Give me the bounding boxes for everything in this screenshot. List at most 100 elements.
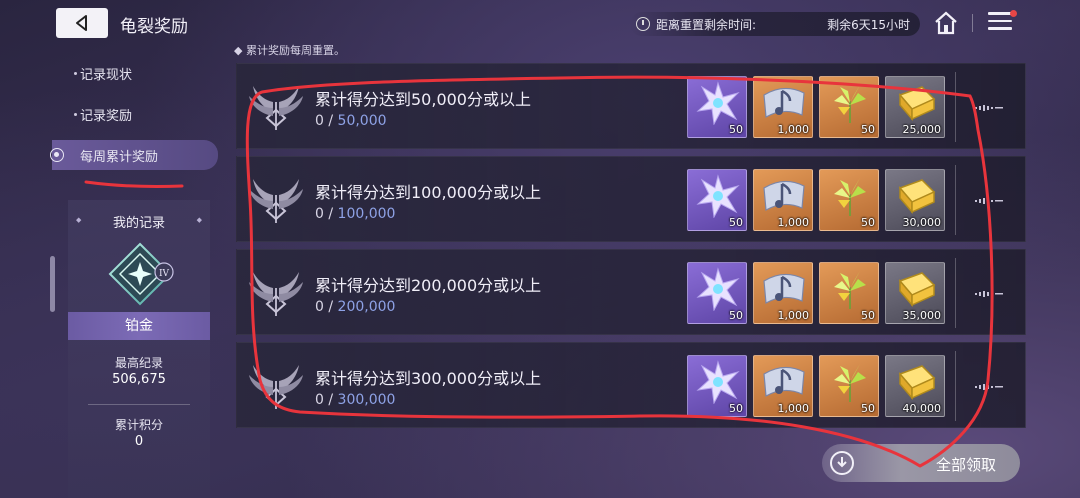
reward-items: 50 1,000 50 25,000	[687, 76, 945, 138]
reward-quantity: 50	[861, 309, 875, 322]
reward-item[interactable]: 25,000	[885, 76, 945, 138]
reward-item[interactable]: 30,000	[885, 169, 945, 231]
sidebar-scrollbar[interactable]	[50, 256, 55, 312]
reward-quantity: 50	[729, 309, 743, 322]
reward-row: 累计得分达到100,000分或以上 0 / 100,000 50 1,000 5…	[236, 156, 1026, 242]
pending-status-icon	[975, 291, 1003, 297]
progress-target: 100,000	[337, 206, 396, 222]
reward-quantity: 1,000	[777, 216, 810, 229]
progress-target: 200,000	[337, 299, 396, 315]
accum-points-value: 0	[134, 434, 144, 449]
top-divider	[972, 14, 973, 32]
claim-all-button[interactable]: 全部领取	[822, 444, 1020, 482]
progress-target: 50,000	[337, 113, 387, 129]
claim-all-label: 全部领取	[936, 456, 997, 474]
reward-row: 累计得分达到300,000分或以上 0 / 300,000 50 1,000 5…	[236, 342, 1026, 428]
reward-goal: 累计得分达到300,000分或以上	[315, 369, 542, 388]
my-record-panel: 我的记录 IV 铂金 最高纪录 506,675 累计积分 0	[68, 200, 210, 498]
rank-name: 铂金	[68, 312, 210, 340]
reward-item[interactable]: 50	[819, 355, 879, 417]
menu-icon	[988, 12, 1012, 15]
sidebar: 记录现状 记录奖励 每周累计奖励	[50, 58, 218, 181]
download-icon	[830, 451, 854, 475]
reward-progress: 0 / 100,000	[315, 206, 396, 222]
reward-goal: 累计得分达到50,000分或以上	[315, 90, 531, 109]
reward-item[interactable]: 1,000	[753, 262, 813, 324]
reward-item[interactable]: 50	[687, 169, 747, 231]
best-record-value: 506,675	[112, 372, 166, 387]
row-divider	[955, 165, 956, 235]
reward-item[interactable]: 50	[819, 262, 879, 324]
reset-label: 距离重置剩余时间:	[656, 17, 757, 32]
wing-crest-icon	[247, 268, 305, 320]
reward-item[interactable]: 50	[687, 262, 747, 324]
reward-quantity: 50	[729, 216, 743, 229]
wing-crest-icon	[247, 361, 305, 413]
reward-items: 50 1,000 50 30,000	[687, 169, 945, 231]
reward-quantity: 40,000	[902, 402, 942, 415]
home-icon[interactable]	[933, 10, 959, 36]
pending-status-icon	[975, 198, 1003, 204]
wing-crest-icon	[247, 175, 305, 227]
reward-item[interactable]: 50	[687, 355, 747, 417]
sidebar-item-record-status[interactable]: 记录现状	[56, 58, 218, 88]
reset-remaining: 剩余6天15小时	[827, 17, 910, 32]
reward-progress: 0 / 50,000	[315, 113, 387, 129]
stat-divider	[88, 404, 190, 405]
notification-dot	[1010, 10, 1017, 17]
reward-item[interactable]: 50	[687, 76, 747, 138]
clock-icon	[636, 17, 650, 31]
record-title: 我的记录	[68, 212, 210, 231]
menu-button[interactable]	[988, 12, 1012, 34]
sidebar-item-label: 记录现状	[80, 67, 133, 83]
reward-quantity: 50	[861, 123, 875, 136]
reward-item[interactable]: 1,000	[753, 355, 813, 417]
back-button[interactable]	[56, 8, 108, 38]
accum-points-label: 累计积分	[114, 418, 163, 432]
selected-radio-icon	[50, 148, 64, 162]
reward-quantity: 1,000	[777, 309, 810, 322]
reward-quantity: 1,000	[777, 123, 810, 136]
sidebar-item-label: 记录奖励	[80, 108, 133, 124]
row-divider	[955, 258, 956, 328]
wing-crest-icon	[247, 82, 305, 134]
best-record-label: 最高纪录	[114, 356, 163, 370]
reward-item[interactable]: 50	[819, 76, 879, 138]
reward-quantity: 50	[861, 216, 875, 229]
reward-row: 累计得分达到200,000分或以上 0 / 200,000 50 1,000 5…	[236, 249, 1026, 335]
progress-current: 0	[315, 113, 324, 129]
reward-item[interactable]: 50	[819, 169, 879, 231]
sidebar-item-record-rewards[interactable]: 记录奖励	[56, 99, 218, 129]
reward-quantity: 30,000	[902, 216, 942, 229]
progress-target: 300,000	[337, 392, 396, 408]
pending-status-icon	[975, 384, 1003, 390]
reward-items: 50 1,000 50 40,000	[687, 355, 945, 417]
reward-item[interactable]: 35,000	[885, 262, 945, 324]
reward-progress: 0 / 300,000	[315, 392, 396, 408]
reward-quantity: 35,000	[902, 309, 942, 322]
reset-timer: 距离重置剩余时间: 剩余6天15小时	[630, 12, 920, 36]
reward-row: 累计得分达到50,000分或以上 0 / 50,000 50 1,000 50 …	[236, 63, 1026, 149]
reward-list: 累计得分达到50,000分或以上 0 / 50,000 50 1,000 50 …	[236, 63, 1026, 435]
reward-quantity: 1,000	[777, 402, 810, 415]
reward-quantity: 50	[729, 123, 743, 136]
row-divider	[955, 351, 956, 421]
reset-note-text: 累计奖励每周重置。	[245, 44, 345, 57]
rank-emblem-icon: IV	[108, 242, 174, 306]
rank-numeral: IV	[159, 269, 170, 279]
reward-goal: 累计得分达到200,000分或以上	[315, 276, 542, 295]
progress-current: 0	[315, 299, 324, 315]
reward-item[interactable]: 40,000	[885, 355, 945, 417]
reward-quantity: 50	[729, 402, 743, 415]
reward-item[interactable]: 1,000	[753, 169, 813, 231]
reward-goal: 累计得分达到100,000分或以上	[315, 183, 542, 202]
pending-status-icon	[975, 105, 1003, 111]
sidebar-item-weekly-rewards[interactable]: 每周累计奖励	[50, 140, 218, 170]
back-arrow-icon	[76, 15, 87, 31]
reset-note: ◆ 累计奖励每周重置。	[234, 44, 345, 57]
reward-quantity: 50	[861, 402, 875, 415]
reward-item[interactable]: 1,000	[753, 76, 813, 138]
reward-progress: 0 / 200,000	[315, 299, 396, 315]
row-divider	[955, 72, 956, 142]
progress-current: 0	[315, 392, 324, 408]
